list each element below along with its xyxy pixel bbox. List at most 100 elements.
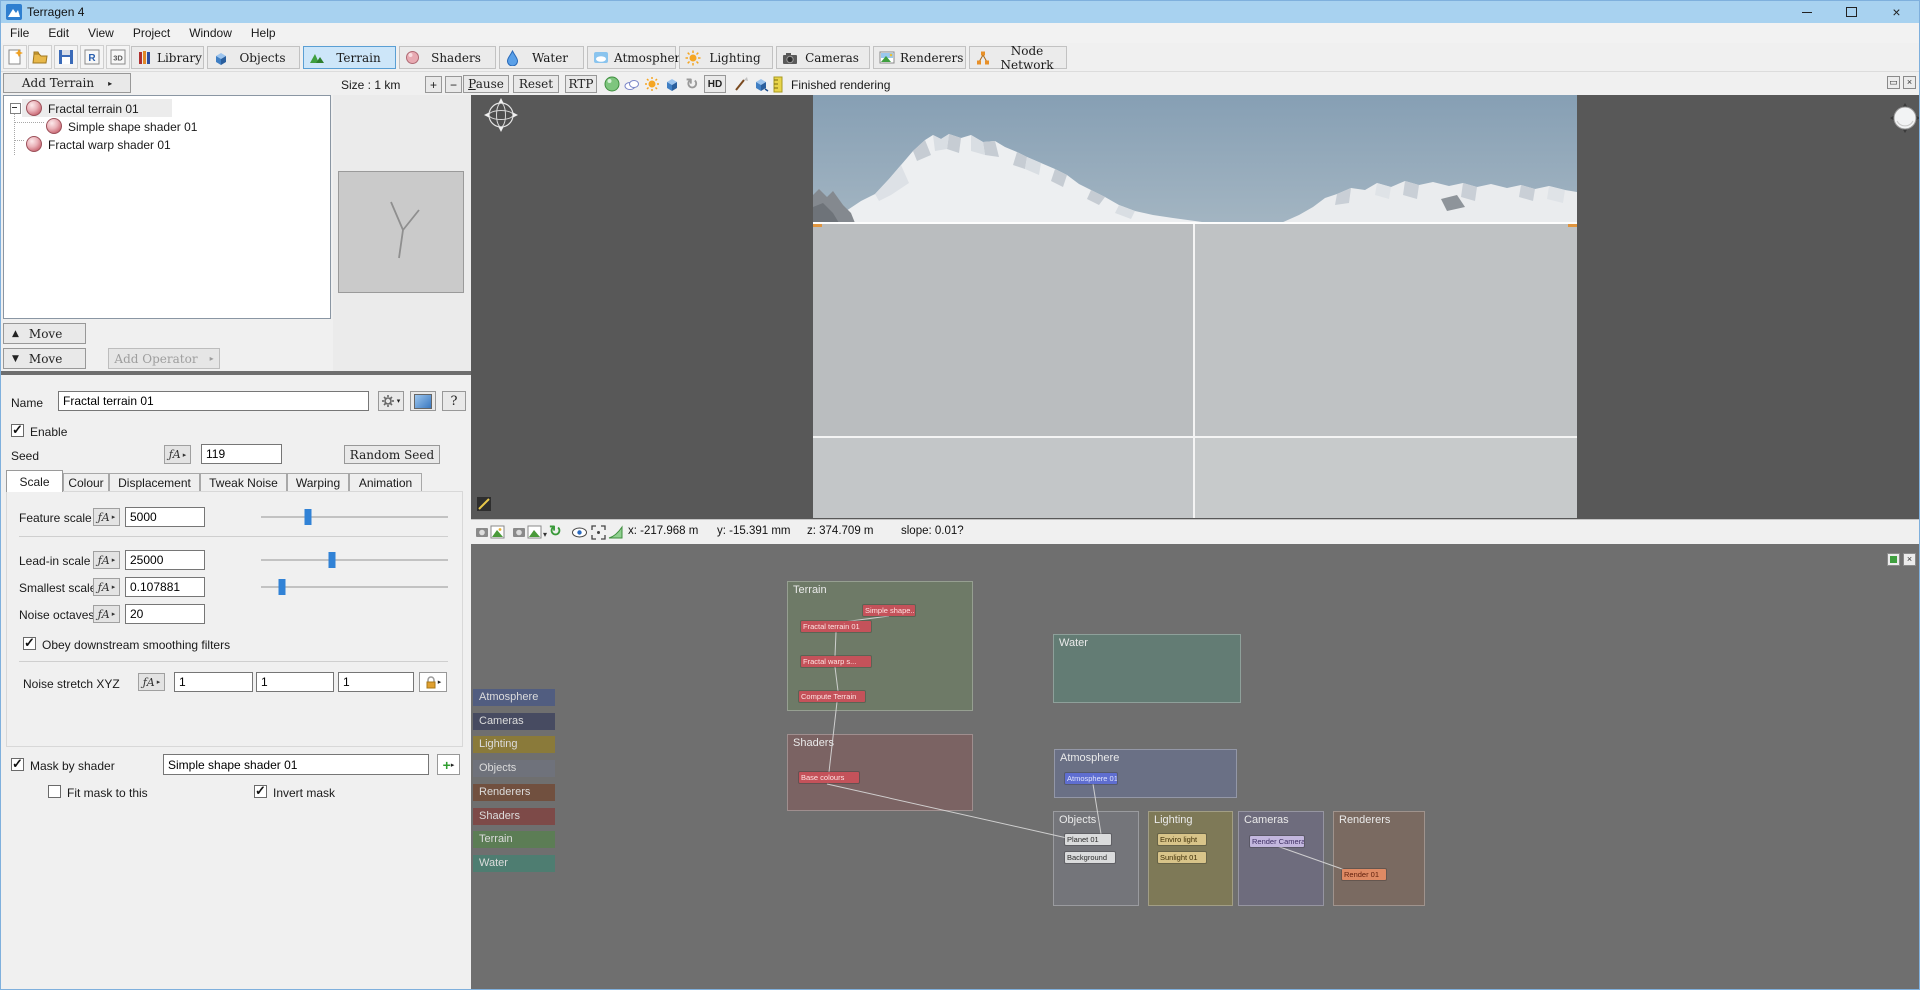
tab-colour[interactable]: Colour xyxy=(63,473,109,492)
node-compute-terrain[interactable]: Compute Terrain xyxy=(799,691,865,702)
layout-button-renderers[interactable]: Renderers xyxy=(873,46,966,69)
minimize-button[interactable] xyxy=(1784,1,1829,23)
feature-scale-fx-button[interactable]: ƒA▸ xyxy=(93,508,120,526)
render-view[interactable] xyxy=(813,95,1577,518)
layout-button-library[interactable]: Library xyxy=(131,46,204,69)
mask-shader-input[interactable] xyxy=(163,754,429,775)
preview-pane-close-button[interactable]: × xyxy=(1903,76,1916,89)
preview-object-toggle[interactable] xyxy=(663,75,681,93)
preview-hd-button[interactable]: HD xyxy=(704,75,726,93)
feature-scale-slider[interactable] xyxy=(261,516,448,518)
refresh-view-button[interactable]: ↻ xyxy=(549,522,562,540)
add-operator-button[interactable]: Add Operator ▸ xyxy=(108,348,220,369)
smallest-scale-slider[interactable] xyxy=(261,586,448,588)
preview-sphere-toggle[interactable] xyxy=(603,75,621,93)
preview-image-button[interactable] xyxy=(410,391,436,411)
preview-pause-button[interactable]: Pause xyxy=(463,75,509,93)
target-crosshair-icon[interactable] xyxy=(590,524,607,544)
noise-octaves-input[interactable] xyxy=(125,604,205,624)
preview-pane-maximize-button[interactable]: ▭ xyxy=(1887,76,1900,89)
node-simple-shape[interactable]: Simple shape... xyxy=(863,605,915,616)
layout-button-objects[interactable]: Objects xyxy=(207,46,300,69)
group-water[interactable]: Water xyxy=(1053,634,1241,703)
layout-button-cameras[interactable]: Cameras xyxy=(776,46,870,69)
close-button[interactable]: × xyxy=(1874,1,1919,23)
node-planet-01[interactable]: Planet 01 xyxy=(1065,834,1111,845)
category-water[interactable]: Water xyxy=(473,855,555,872)
tab-warping[interactable]: Warping xyxy=(287,473,349,492)
noise-octaves-fx-button[interactable]: ƒA▸ xyxy=(93,605,120,623)
tab-tweak-noise[interactable]: Tweak Noise xyxy=(200,473,287,492)
smallest-scale-fx-button[interactable]: ƒA▸ xyxy=(93,578,120,596)
node-base-colours[interactable]: Base colours xyxy=(799,772,859,783)
menu-help[interactable]: Help xyxy=(251,26,276,40)
category-renderers[interactable]: Renderers xyxy=(473,784,555,801)
node-render-01[interactable]: Render 01 xyxy=(1342,869,1386,880)
node-fractal-terrain[interactable]: Fractal terrain 01 xyxy=(801,621,871,632)
seed-fx-button[interactable]: ƒA▸ xyxy=(164,445,191,464)
category-objects[interactable]: Objects xyxy=(473,760,555,777)
menu-file[interactable]: File xyxy=(10,26,29,40)
name-input[interactable] xyxy=(58,391,369,411)
camera-view-button[interactable]: ▾ xyxy=(513,524,547,544)
help-button[interactable]: ? xyxy=(442,391,466,411)
fit-mask-checkbox[interactable] xyxy=(48,785,61,798)
node-settings-button[interactable]: ▾ xyxy=(378,391,404,411)
measure-cube-icon[interactable] xyxy=(752,75,770,93)
mask-by-shader-checkbox[interactable] xyxy=(11,758,24,771)
smallest-scale-input[interactable] xyxy=(125,577,205,597)
category-shaders[interactable]: Shaders xyxy=(473,808,555,825)
preview-zoom-in-button[interactable]: + xyxy=(425,76,442,93)
node-background[interactable]: Background xyxy=(1065,852,1115,863)
category-cameras[interactable]: Cameras xyxy=(473,713,555,730)
menu-project[interactable]: Project xyxy=(133,26,170,40)
layout-button-lighting[interactable]: Lighting xyxy=(679,46,773,69)
enable-checkbox[interactable] xyxy=(11,424,24,437)
layout-button-atmosphere[interactable]: Atmosphere xyxy=(587,46,676,69)
preview-reset-button[interactable]: Reset xyxy=(513,75,559,93)
render-image-button[interactable]: R xyxy=(80,45,104,69)
noise-stretch-fx-button[interactable]: ƒA▸ xyxy=(138,673,165,691)
category-lighting[interactable]: Lighting xyxy=(473,736,555,753)
tree-item-fractal-terrain[interactable]: Fractal terrain 01 xyxy=(48,102,139,116)
feature-scale-input[interactable] xyxy=(125,507,205,527)
tree-item-fractal-warp[interactable]: Fractal warp shader 01 xyxy=(48,138,171,152)
tree-expander-icon[interactable] xyxy=(10,103,21,114)
node-atmosphere-01[interactable]: Atmosphere 01 xyxy=(1065,773,1117,784)
lead-in-scale-slider-thumb[interactable] xyxy=(329,552,336,568)
open-project-button[interactable] xyxy=(28,45,52,69)
preview-sun-toggle[interactable] xyxy=(643,75,661,93)
obey-smoothing-checkbox[interactable] xyxy=(23,637,36,650)
node-preview-thumbnail[interactable] xyxy=(338,171,464,293)
menu-edit[interactable]: Edit xyxy=(48,26,69,40)
eye-icon[interactable] xyxy=(571,524,588,544)
layout-button-water[interactable]: Water xyxy=(499,46,584,69)
node-network-pane[interactable]: × Atmosphere Cameras Lighting Objects Re… xyxy=(471,544,1920,990)
lead-in-scale-input[interactable] xyxy=(125,550,205,570)
snapshot-button[interactable] xyxy=(476,524,506,544)
feature-scale-slider-thumb[interactable] xyxy=(304,509,311,525)
layout-button-node-network[interactable]: Node Network xyxy=(969,46,1067,69)
trackball-gizmo-icon[interactable] xyxy=(483,97,519,133)
network-pane-option-button[interactable] xyxy=(1887,553,1900,566)
preview-zoom-out-button[interactable]: − xyxy=(445,76,462,93)
network-pane-close-button[interactable]: × xyxy=(1903,553,1916,566)
node-render-camera[interactable]: Render Camera xyxy=(1250,836,1304,847)
layout-button-shaders[interactable]: Shaders xyxy=(399,46,496,69)
node-sunlight-01[interactable]: Sunlight 01 xyxy=(1158,852,1206,863)
layout-button-terrain[interactable]: Terrain xyxy=(303,46,396,69)
tree-item-simple-shape[interactable]: Simple shape shader 01 xyxy=(68,120,197,134)
menu-view[interactable]: View xyxy=(88,26,114,40)
assign-shader-button[interactable]: + ▸ xyxy=(437,754,460,775)
maximize-button[interactable] xyxy=(1829,1,1874,23)
group-renderers[interactable]: Renderers xyxy=(1333,811,1425,906)
lock-ratio-button[interactable]: ▸ xyxy=(419,672,447,692)
noise-stretch-z-input[interactable] xyxy=(338,672,414,692)
add-terrain-button[interactable]: Add Terrain ▸ xyxy=(3,73,131,93)
group-cameras[interactable]: Cameras xyxy=(1238,811,1324,906)
preview-refresh-toggle[interactable]: ↻ xyxy=(683,75,701,93)
invert-mask-checkbox[interactable] xyxy=(254,785,267,798)
tab-scale[interactable]: Scale xyxy=(6,470,63,492)
save-project-button[interactable] xyxy=(54,45,78,69)
preview-3d-viewport[interactable] xyxy=(471,95,1920,519)
